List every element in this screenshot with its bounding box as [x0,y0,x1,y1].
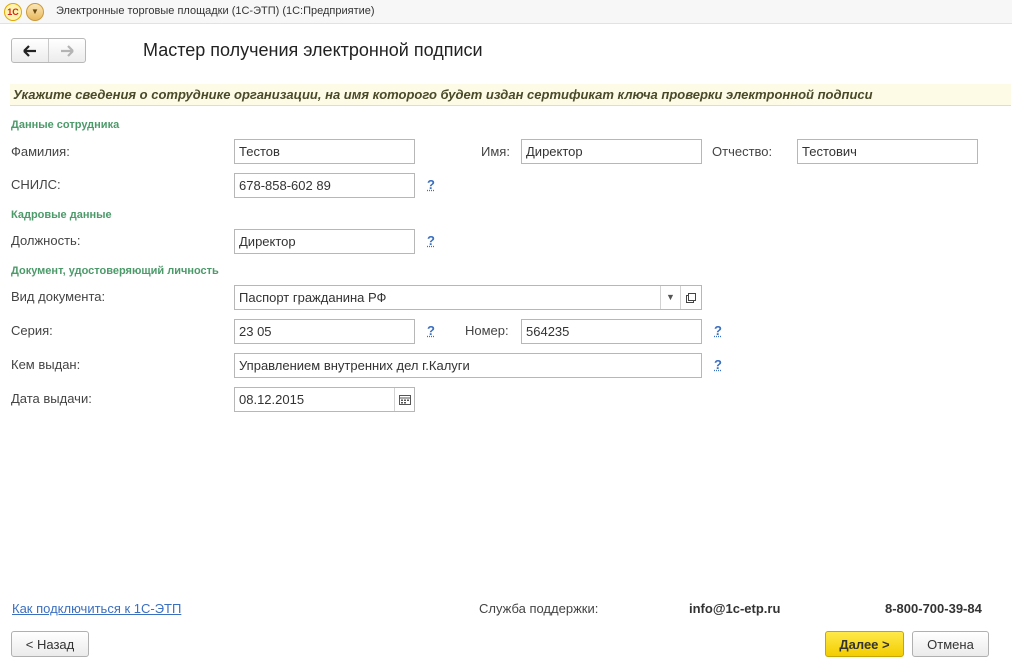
next-button[interactable]: Далее > [825,631,904,657]
snils-label: СНИЛС: [11,177,61,192]
issued-by-label: Кем выдан: [11,357,81,372]
issue-date-label: Дата выдачи: [11,391,92,406]
section-employee-data: Данные сотрудника [11,119,120,131]
series-label: Серия: [11,323,53,338]
open-form-icon[interactable] [680,286,701,309]
main-menu-icon[interactable]: ▼ [26,3,44,21]
middle-name-label: Отчество: [712,144,773,159]
app-logo-icon[interactable]: 1С [4,3,22,21]
issue-date-value: 08.12.2015 [239,392,305,407]
page-title: Мастер получения электронной подписи [143,40,483,60]
navigation-buttons [11,38,86,63]
calendar-icon[interactable] [394,388,414,411]
number-label: Номер: [465,323,509,338]
doc-type-label: Вид документа: [11,289,106,304]
section-identity-document: Документ, удостоверяющий личность [11,265,219,277]
last-name-label: Фамилия: [11,144,70,159]
snils-field[interactable]: 678-858-602 89 [234,173,415,198]
support-phone: 8-800-700-39-84 [885,601,982,616]
issue-date-field[interactable]: 08.12.2015 [234,387,415,412]
position-field[interactable]: Директор [234,229,415,254]
issued-by-help-icon[interactable]: ? [714,357,722,372]
first-name-field[interactable]: Директор [521,139,702,164]
forward-arrow-icon[interactable] [48,39,85,62]
window-title: Электронные торговые площадки (1С-ЭТП) (… [56,5,375,17]
series-help-icon[interactable]: ? [427,323,435,338]
issued-by-field[interactable]: Управлением внутренних дел г.Калуги [234,353,702,378]
back-arrow-icon[interactable] [12,39,48,62]
snils-help-icon[interactable]: ? [427,177,435,192]
middle-name-field[interactable]: Тестович [797,139,978,164]
support-label: Служба поддержки: [479,601,599,616]
series-field[interactable]: 23 05 [234,319,415,344]
number-field[interactable]: 564235 [521,319,702,344]
cancel-button[interactable]: Отмена [912,631,989,657]
how-to-connect-link[interactable]: Как подключиться к 1С-ЭТП [12,601,181,616]
position-label: Должность: [11,233,81,248]
support-email: info@1c-etp.ru [689,601,781,616]
section-hr-data: Кадровые данные [11,209,112,221]
doc-type-select[interactable]: Паспорт гражданина РФ ▼ [234,285,702,310]
position-help-icon[interactable]: ? [427,233,435,248]
last-name-field[interactable]: Тестов [234,139,415,164]
dropdown-arrow-icon[interactable]: ▼ [660,286,680,309]
back-button[interactable]: < Назад [11,631,89,657]
first-name-label: Имя: [481,144,510,159]
number-help-icon[interactable]: ? [714,323,722,338]
instruction-text: Укажите сведения о сотруднике организаци… [13,87,873,102]
doc-type-value: Паспорт гражданина РФ [239,290,387,305]
